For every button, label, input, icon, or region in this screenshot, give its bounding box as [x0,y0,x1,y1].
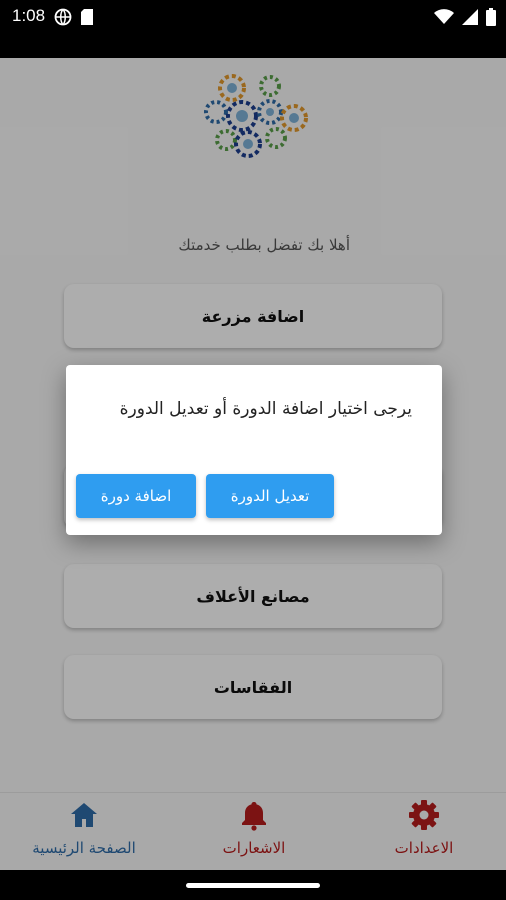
wifi-icon [434,9,454,29]
status-time: 1:08 [12,6,46,25]
signal-icon [462,9,478,29]
home-gesture-handle[interactable] [186,883,320,888]
status-bar: 1:08 [0,0,506,58]
battery-icon [486,8,496,30]
globe-icon [54,8,72,30]
dialog-message: يرجى اختيار اضافة الدورة أو تعديل الدورة [119,399,412,419]
navigation-gesture-bar [0,870,506,900]
app-screen: أهلا بك تفضل بطلب خدمتك اضافة مزرعة مصان… [0,58,506,870]
add-cycle-button[interactable]: اضافة دورة [76,474,196,518]
edit-cycle-button[interactable]: تعديل الدورة [206,474,334,518]
cycle-dialog: يرجى اختيار اضافة الدورة أو تعديل الدورة… [66,365,442,535]
sim-card-icon [80,8,94,30]
